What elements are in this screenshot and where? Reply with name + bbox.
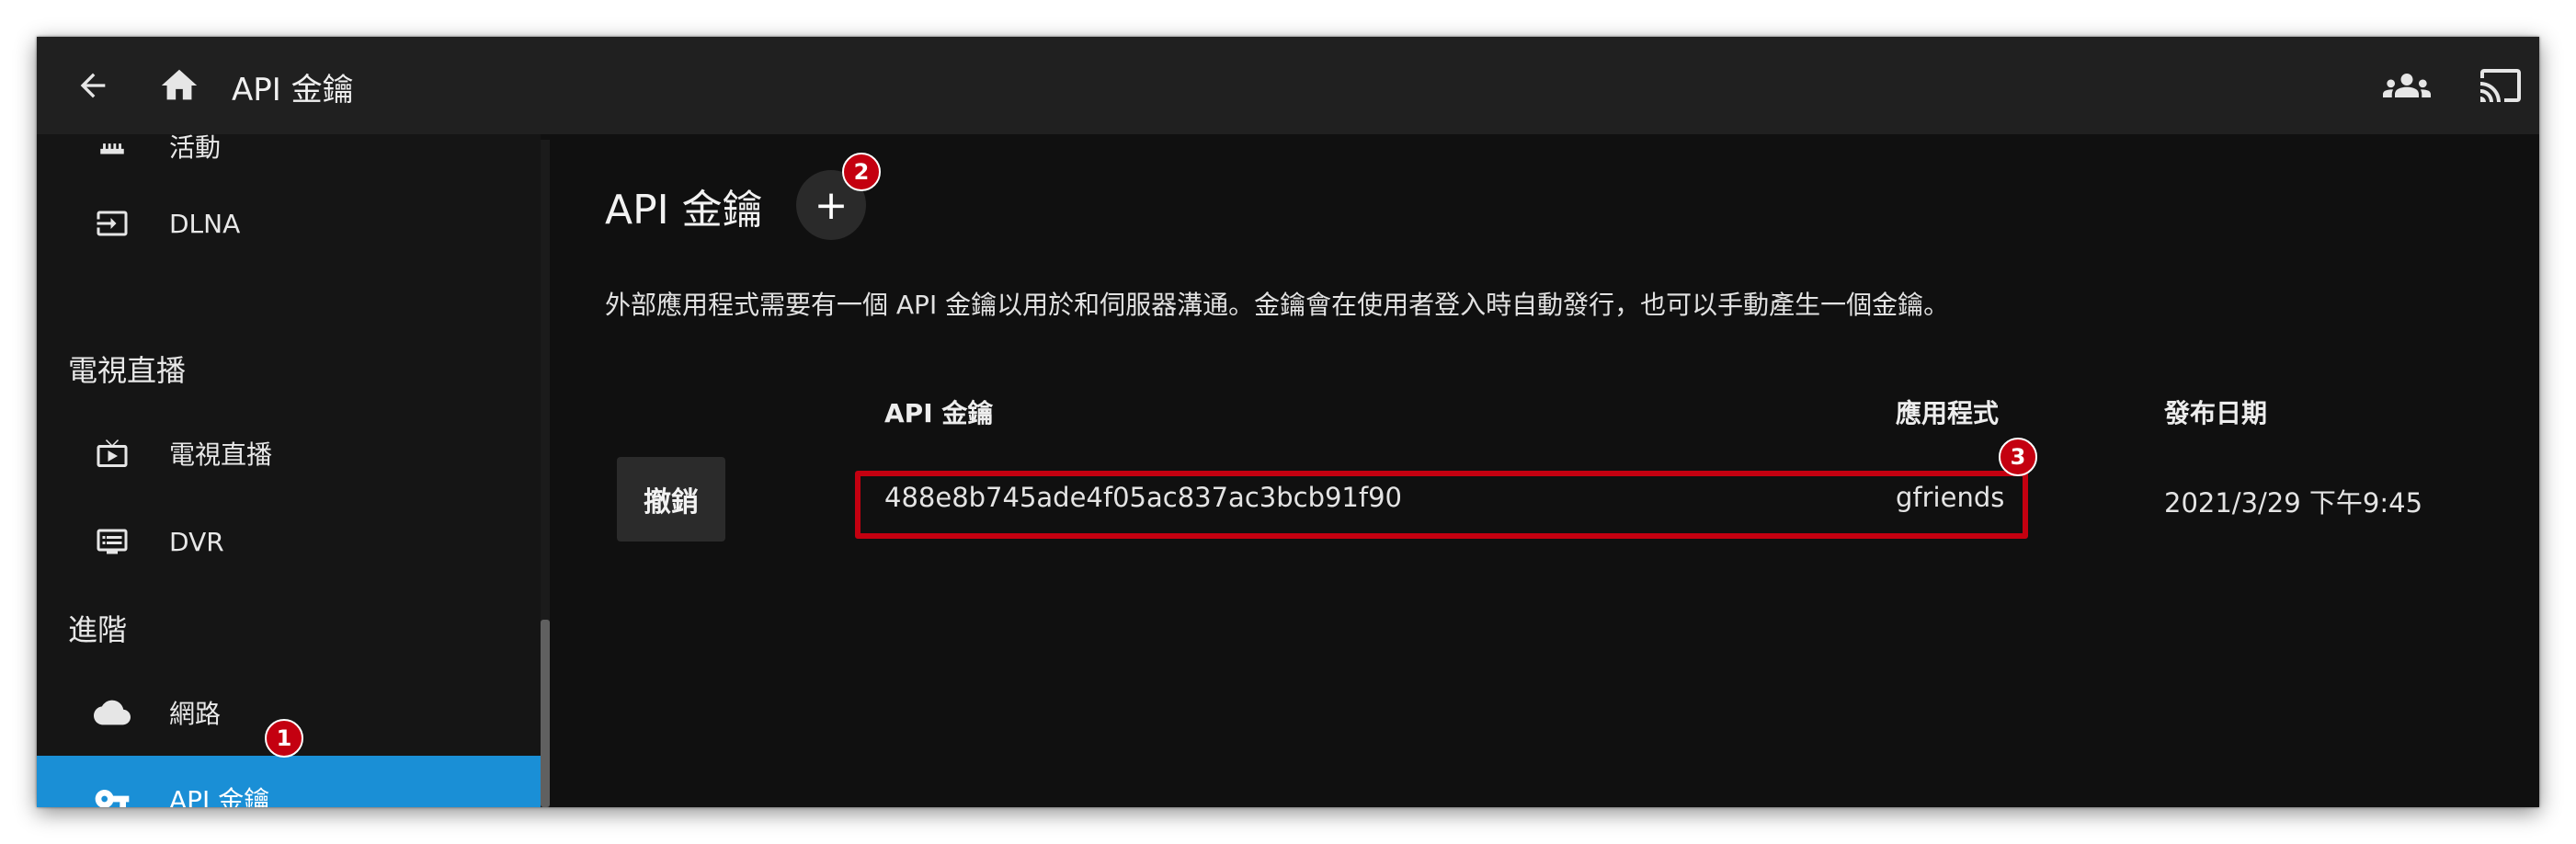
annotation-badge-2: 2 bbox=[842, 153, 881, 191]
cast-icon bbox=[2480, 69, 2521, 102]
cast-button[interactable] bbox=[2464, 37, 2537, 134]
sidebar-item-dvr[interactable]: DVR bbox=[37, 498, 541, 585]
users-button[interactable] bbox=[2370, 37, 2444, 134]
sidebar-item-label: API 金鑰 bbox=[169, 785, 270, 807]
key-icon bbox=[88, 775, 136, 807]
dvr-icon bbox=[88, 518, 136, 565]
sidebar-item-label: 電視直播 bbox=[169, 439, 273, 470]
home-button[interactable] bbox=[143, 37, 215, 134]
sidebar-item-label: 活動 bbox=[169, 134, 222, 163]
cloud-icon bbox=[88, 689, 136, 736]
back-button[interactable] bbox=[61, 37, 125, 134]
sidebar-item-api-keys[interactable]: API 金鑰 bbox=[37, 756, 541, 807]
live-tv-icon bbox=[88, 429, 136, 477]
revoke-button[interactable]: 撤銷 bbox=[617, 457, 725, 542]
sidebar-item-live-tv[interactable]: 電視直播 bbox=[37, 410, 541, 496]
api-key-description: 外部應用程式需要有一個 API 金鑰以用於和伺服器溝通。金鑰會在使用者登入時自動… bbox=[605, 290, 1950, 320]
section-header-advanced: 進階 bbox=[68, 612, 128, 647]
highlight-box bbox=[855, 471, 2028, 539]
sidebar: 活動 DLNA 電視直播 電視直播 DVR 進階 網路 API 金鑰 bbox=[37, 134, 541, 807]
sidebar-scrollbar-thumb[interactable] bbox=[541, 620, 550, 807]
sidebar-item-label: DVR bbox=[169, 526, 224, 557]
column-header-date: 發布日期 bbox=[2164, 398, 2268, 428]
page-title: API 金鑰 bbox=[232, 72, 354, 108]
sidebar-item-dlna[interactable]: DLNA bbox=[37, 180, 541, 267]
issue-date: 2021/3/29 下午9:45 bbox=[2164, 487, 2423, 519]
app-window: API 金鑰 活動 DLNA 電視直播 電視直播 DVR 進階 網路 API 金… bbox=[37, 37, 2539, 807]
annotation-badge-1: 1 bbox=[265, 719, 303, 758]
annotation-badge-3: 3 bbox=[1999, 438, 2037, 476]
top-app-bar: API 金鑰 bbox=[37, 37, 2539, 134]
section-header-live-tv: 電視直播 bbox=[68, 353, 187, 388]
column-header-api-key: API 金鑰 bbox=[884, 398, 994, 428]
input-icon bbox=[88, 200, 136, 247]
activity-icon bbox=[88, 134, 136, 170]
arrow-left-icon bbox=[80, 73, 106, 98]
home-icon bbox=[161, 69, 198, 100]
main-heading: API 金鑰 bbox=[605, 187, 763, 234]
users-icon bbox=[2383, 74, 2431, 97]
sidebar-item-label: 網路 bbox=[169, 699, 222, 729]
column-header-app: 應用程式 bbox=[1896, 398, 2000, 428]
sidebar-item-label: DLNA bbox=[169, 208, 241, 239]
